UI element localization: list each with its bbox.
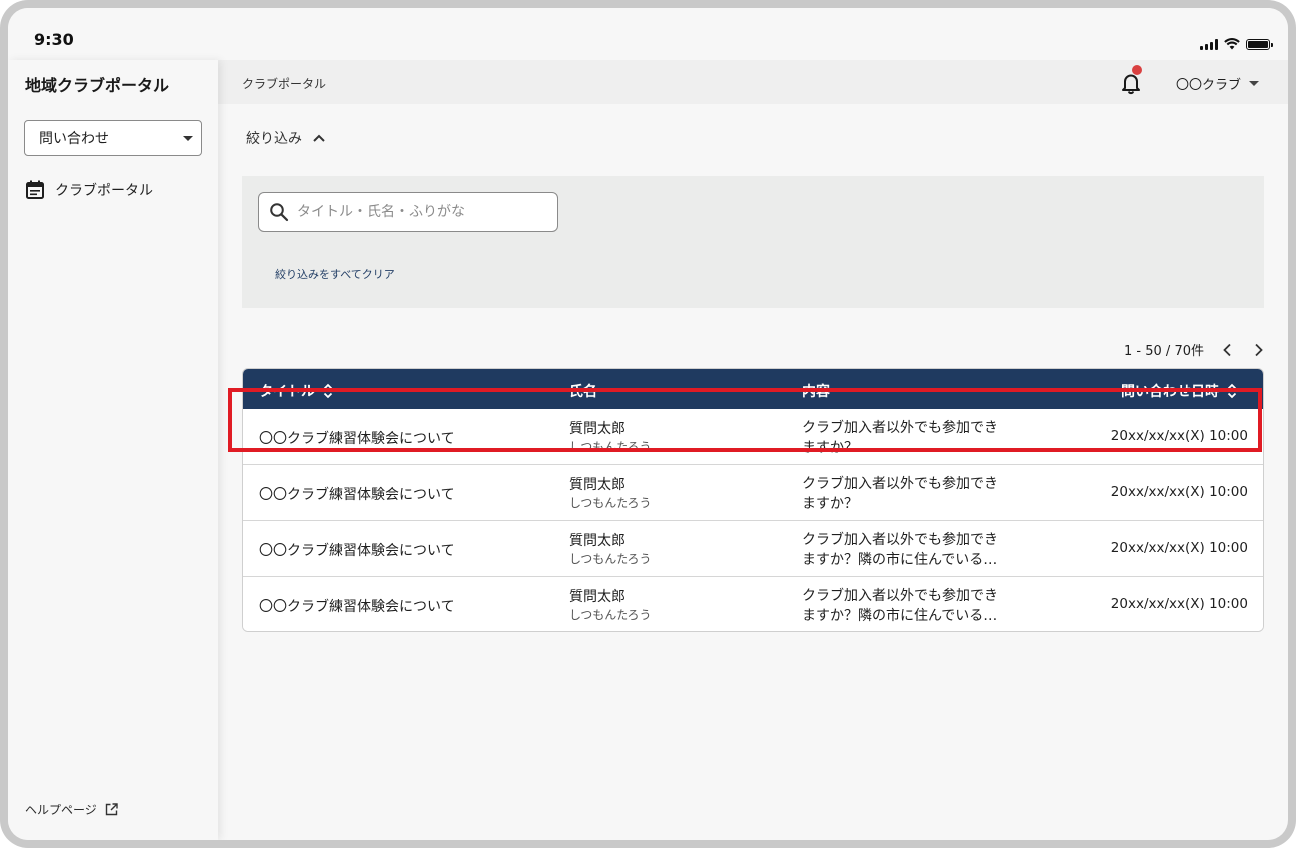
caret-down-icon xyxy=(183,136,193,141)
search-input[interactable] xyxy=(297,204,547,220)
status-bar: 9:30 xyxy=(8,8,1288,60)
table-row[interactable]: 〇〇クラブ練習体験会について 質問太郎 しつもんたろう クラブ加入者以外でも参加… xyxy=(243,521,1263,577)
search-icon xyxy=(270,203,289,222)
row-content: クラブ加入者以外でも参加でき ますか？ xyxy=(802,474,1022,514)
sidebar: 地域クラブポータル 問い合わせ クラブポータル ヘルプページ xyxy=(8,60,218,840)
row-title: 〇〇クラブ練習体験会について xyxy=(259,543,455,559)
row-name: 質問太郎 しつもんたろう xyxy=(569,476,652,512)
row-name-kana: しつもんたろう xyxy=(569,440,652,454)
row-content: クラブ加入者以外でも参加でき ますか？ xyxy=(802,418,1022,458)
user-menu-label: 〇〇クラブ xyxy=(1176,78,1242,93)
row-content-line: ますか？隣の市に住んでいる… xyxy=(802,552,998,568)
menu-select-value: 問い合わせ xyxy=(39,131,109,147)
search-box xyxy=(258,192,558,232)
column-header-name: 氏名 xyxy=(569,381,597,401)
wifi-icon xyxy=(1224,38,1240,50)
column-header-label: 問い合わせ日時 xyxy=(1121,384,1219,400)
column-header-label: 氏名 xyxy=(569,384,597,400)
column-header-content: 内容 xyxy=(802,381,830,401)
row-name-text: 質問太郎 xyxy=(569,477,625,493)
row-content-line: ますか？隣の市に住んでいる… xyxy=(802,608,998,624)
table-row[interactable]: 〇〇クラブ練習体験会について 質問太郎 しつもんたろう クラブ加入者以外でも参加… xyxy=(243,465,1263,521)
row-name-text: 質問太郎 xyxy=(569,421,625,437)
row-title: 〇〇クラブ練習体験会について xyxy=(259,599,455,615)
chevron-left-icon xyxy=(1223,343,1231,356)
row-name: 質問太郎 しつもんたろう xyxy=(569,420,652,456)
help-label: ヘルプページ xyxy=(25,803,97,817)
filter-toggle[interactable]: 絞り込み xyxy=(246,128,326,148)
sort-icon xyxy=(323,383,333,399)
row-name-kana: しつもんたろう xyxy=(569,552,652,566)
row-content-line: クラブ加入者以外でも参加でき xyxy=(802,588,998,604)
caret-down-icon xyxy=(1249,81,1260,86)
sidebar-item-label: クラブポータル xyxy=(55,183,153,199)
row-content-line: クラブ加入者以外でも参加でき xyxy=(802,420,998,436)
clear-filters-link[interactable]: 絞り込みをすべてクリア xyxy=(275,266,395,282)
chevron-right-icon xyxy=(1255,343,1263,356)
next-page-button[interactable] xyxy=(1250,341,1268,359)
table-row[interactable]: 〇〇クラブ練習体験会について 質問太郎 しつもんたろう クラブ加入者以外でも参加… xyxy=(243,577,1263,631)
row-name: 質問太郎 しつもんたろう xyxy=(569,588,652,624)
row-title: 〇〇クラブ練習体験会について xyxy=(259,431,455,447)
chevron-up-icon xyxy=(313,134,325,142)
status-time: 9:30 xyxy=(34,30,74,49)
prev-page-button[interactable] xyxy=(1218,341,1236,359)
inquiries-table: タイトル 氏名 内容 問い合わせ日時 〇〇クラブ練習体験会について 質問太郎 し… xyxy=(242,368,1264,632)
row-datetime: 20xx/xx/xx(X) 10:00 xyxy=(1110,484,1248,500)
filter-toggle-label: 絞り込み xyxy=(246,131,302,147)
pagination-range: 1 - 50 / 70件 xyxy=(1124,344,1204,359)
column-header-label: 内容 xyxy=(802,384,830,400)
calendar-icon xyxy=(26,180,44,199)
filter-panel: 絞り込みをすべてクリア xyxy=(242,176,1264,308)
row-content: クラブ加入者以外でも参加でき ますか？隣の市に住んでいる… xyxy=(802,586,1022,626)
help-link[interactable]: ヘルプページ xyxy=(25,801,118,818)
main-content: 絞り込み 絞り込みをすべてクリア 1 - 50 / 70件 xyxy=(218,104,1288,840)
row-content-line: ますか？ xyxy=(802,496,858,512)
top-header: クラブポータル 〇〇クラブ xyxy=(218,60,1288,104)
battery-icon xyxy=(1246,38,1273,50)
row-content-line: クラブ加入者以外でも参加でき xyxy=(802,532,998,548)
screen: 9:30 地域クラブポータル 問い合わせ クラブポータル ヘルプページ クラブポ… xyxy=(8,8,1288,840)
row-content-line: ますか？ xyxy=(802,440,858,456)
table-header: タイトル 氏名 内容 問い合わせ日時 xyxy=(243,369,1263,409)
row-content-line: クラブ加入者以外でも参加でき xyxy=(802,476,998,492)
sort-icon xyxy=(1227,383,1237,399)
row-name-text: 質問太郎 xyxy=(569,533,625,549)
pagination: 1 - 50 / 70件 xyxy=(1124,340,1268,359)
row-datetime: 20xx/xx/xx(X) 10:00 xyxy=(1110,428,1248,444)
tablet-frame: 9:30 地域クラブポータル 問い合わせ クラブポータル ヘルプページ クラブポ… xyxy=(0,0,1296,848)
status-icons xyxy=(1200,38,1273,50)
row-datetime: 20xx/xx/xx(X) 10:00 xyxy=(1110,540,1248,556)
signal-icon xyxy=(1200,38,1218,50)
row-datetime: 20xx/xx/xx(X) 10:00 xyxy=(1110,596,1248,612)
sidebar-item-club-portal[interactable]: クラブポータル xyxy=(25,180,153,200)
external-link-icon xyxy=(105,803,118,816)
row-name: 質問太郎 しつもんたろう xyxy=(569,532,652,568)
row-content: クラブ加入者以外でも参加でき ますか？隣の市に住んでいる… xyxy=(802,530,1022,570)
notification-badge xyxy=(1132,65,1142,75)
column-header-title[interactable]: タイトル xyxy=(259,381,333,401)
row-name-kana: しつもんたろう xyxy=(569,608,652,622)
app-title: 地域クラブポータル xyxy=(25,76,170,95)
user-menu[interactable]: 〇〇クラブ xyxy=(1176,74,1260,93)
menu-select[interactable]: 問い合わせ xyxy=(24,120,202,156)
row-name-kana: しつもんたろう xyxy=(569,496,652,510)
breadcrumb: クラブポータル xyxy=(242,77,327,91)
table-row[interactable]: 〇〇クラブ練習体験会について 質問太郎 しつもんたろう クラブ加入者以外でも参加… xyxy=(243,409,1263,465)
row-name-text: 質問太郎 xyxy=(569,589,625,605)
row-title: 〇〇クラブ練習体験会について xyxy=(259,487,455,503)
column-header-datetime[interactable]: 問い合わせ日時 xyxy=(1121,381,1237,401)
column-header-label: タイトル xyxy=(259,384,315,400)
